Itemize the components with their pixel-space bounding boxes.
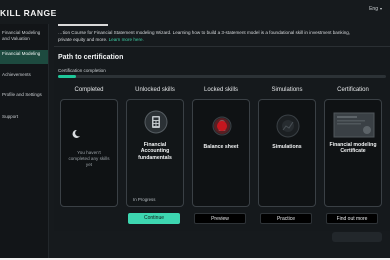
card-unlocked-title: Financial Accounting fundamentals bbox=[138, 142, 172, 161]
intro-divider bbox=[58, 24, 108, 26]
card-unlocked-skill[interactable]: Financial Accounting fundamentals In Pro… bbox=[126, 99, 184, 207]
card-locked-title: Balance sheet bbox=[203, 144, 239, 150]
bottom-right-control[interactable] bbox=[332, 232, 382, 242]
language-selector[interactable]: Eng ▾ bbox=[369, 6, 382, 12]
continue-button[interactable]: Continue bbox=[128, 213, 180, 224]
card-completed: You haven't completed any skills yet bbox=[60, 99, 118, 207]
card-status-badge: In Progress bbox=[133, 197, 156, 202]
column-heading-locked: Locked skills bbox=[203, 87, 238, 93]
column-heading-certification: Certification bbox=[337, 87, 369, 93]
calculator-icon bbox=[144, 110, 168, 139]
language-label: Eng bbox=[369, 6, 378, 12]
progress-fill bbox=[58, 75, 77, 78]
find-out-more-button[interactable]: Find out more bbox=[326, 213, 378, 224]
sidebar-item-support[interactable]: Support bbox=[0, 114, 48, 120]
moon-icon bbox=[71, 126, 81, 144]
cursor-indicator bbox=[217, 121, 227, 131]
card-simulations-title: Simulations bbox=[272, 144, 302, 150]
certification-progress-bar bbox=[58, 75, 386, 78]
course-intro-text: …tion Course for Financial Statement mod… bbox=[58, 30, 351, 42]
main-content: …tion Course for Financial Statement mod… bbox=[48, 24, 390, 258]
course-intro: …tion Course for Financial Statement mod… bbox=[58, 29, 358, 43]
screen: KILL RANGE Eng ▾ Financial Modeling and V… bbox=[0, 0, 390, 260]
panel-title: Path to certification bbox=[58, 54, 124, 61]
card-completed-text: You haven't completed any skills yet bbox=[68, 150, 110, 167]
app-logo[interactable]: KILL RANGE bbox=[0, 8, 57, 18]
learn-more-link[interactable]: Learn more here. bbox=[109, 37, 144, 42]
sidebar-item-profile-settings[interactable]: Profile and Settings bbox=[0, 92, 48, 98]
card-simulations[interactable]: Simulations bbox=[258, 99, 316, 207]
practice-button[interactable]: Practice bbox=[260, 213, 312, 224]
sidebar-item-financial-modeling-valuation[interactable]: Financial Modeling and Valuation bbox=[0, 30, 48, 42]
certification-panel: Path to certification Certification comp… bbox=[54, 46, 390, 231]
preview-button[interactable]: Preview bbox=[194, 213, 246, 224]
progress-label: Certification completion bbox=[58, 68, 106, 73]
sidebar-item-financial-modeling[interactable]: Financial Modeling bbox=[0, 50, 48, 64]
column-heading-unlocked: Unlocked skills bbox=[135, 87, 175, 93]
column-heading-simulations: Simulations bbox=[271, 87, 303, 93]
column-heading-completed: Completed bbox=[74, 87, 104, 93]
card-locked-skill[interactable]: Balance sheet bbox=[192, 99, 250, 207]
card-certification[interactable]: Financial modeling Certificate bbox=[324, 99, 382, 207]
card-certification-title: Financial modeling Certificate bbox=[329, 142, 377, 155]
sidebar-item-achievements[interactable]: Achievements bbox=[0, 72, 48, 78]
sidebar: Financial Modeling and Valuation Financi… bbox=[0, 24, 49, 258]
chevron-down-icon: ▾ bbox=[379, 6, 382, 11]
simulation-icon bbox=[276, 114, 300, 143]
app-window: KILL RANGE Eng ▾ Financial Modeling and V… bbox=[0, 0, 390, 258]
certificate-icon bbox=[333, 112, 375, 143]
